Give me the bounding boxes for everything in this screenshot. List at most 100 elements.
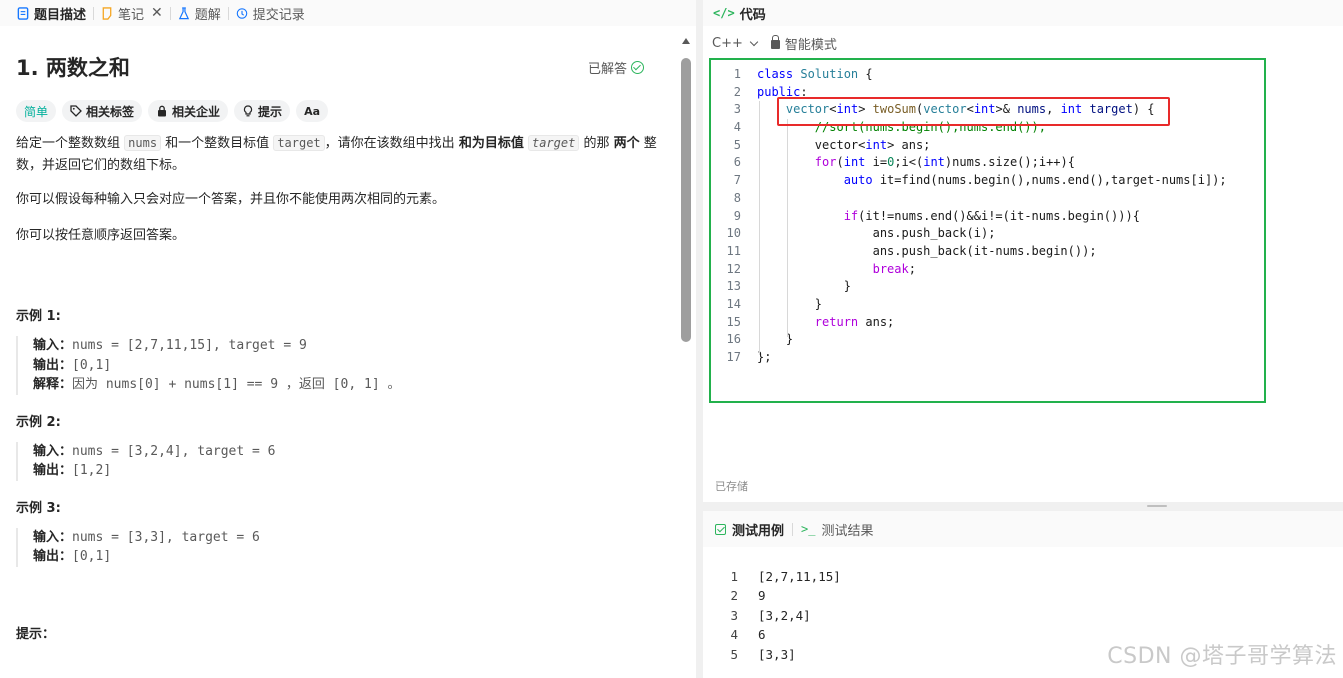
description-paragraph-1: 给定一个整数数组 nums 和一个整数目标值 target ，请你在该数组中找出 … xyxy=(16,132,664,177)
code-editor[interactable]: 1 class Solution { 2 public: 3 vector<int>… xyxy=(703,66,1343,386)
splitter-grip[interactable] xyxy=(1147,505,1167,507)
language-label: C++ xyxy=(712,35,743,51)
tab-label: 笔记 xyxy=(118,7,145,23)
flask-icon xyxy=(178,6,189,19)
hint-label: 提示 xyxy=(258,104,283,119)
code-panel-title: 代码 xyxy=(739,7,766,23)
code-line: 5 vector<int> ans; xyxy=(703,137,1343,155)
check-circle-icon xyxy=(631,60,644,74)
output-label: 输出： xyxy=(33,549,73,564)
description-paragraph-3: 你可以按任意顺序返回答案。 xyxy=(16,228,186,243)
line-number: 5 xyxy=(730,646,738,662)
saved-status: 已存储 xyxy=(715,480,748,493)
testcase-line: 29 xyxy=(703,586,1343,605)
testcase-line: 3 [3,2,4] xyxy=(703,606,1343,625)
hint-button[interactable]: 提示 xyxy=(234,100,291,122)
desc-bold: 两个 xyxy=(613,136,640,151)
line-number: 2 xyxy=(733,84,741,99)
desc-text: 的那 xyxy=(579,136,614,151)
example-3-box: 输入：nums = [3,3], target = 6 输出：[0,1] xyxy=(16,527,664,567)
font-size-button[interactable]: Aa xyxy=(296,100,328,122)
output-label: 输出： xyxy=(33,357,73,373)
language-select[interactable]: C++ xyxy=(712,35,759,51)
indent-guide xyxy=(759,101,760,355)
line-number: 10 xyxy=(726,226,741,241)
line-number: 5 xyxy=(733,137,741,152)
example-1-title: 示例 1: xyxy=(16,309,61,324)
panel-splitter[interactable] xyxy=(703,502,1343,511)
tab-description[interactable]: 题目描述 xyxy=(10,4,93,23)
page-title: 1. 两数之和 xyxy=(16,56,130,80)
example-input: nums = [3,3], target = 6 xyxy=(72,529,260,545)
tab-label: 提交记录 xyxy=(252,7,305,23)
desc-bold: 和为目标值 xyxy=(458,136,524,151)
code-line: 6 for(int i=0;i<(int)nums.size();i++){ xyxy=(703,154,1343,172)
solved-status: 已解答 xyxy=(588,58,644,77)
code-line: 17}; xyxy=(703,349,1343,367)
line-number: 9 xyxy=(733,208,741,223)
tab-testcase[interactable]: 测试用例 xyxy=(715,520,784,539)
desc-text: 给定一个整数数组 xyxy=(16,136,125,151)
title-row: 1. 两数之和 已解答 xyxy=(16,52,664,82)
output-label: 输出： xyxy=(33,463,73,478)
input-label: 输入： xyxy=(33,338,73,353)
desc-text: 和一个整数目标值 xyxy=(161,136,274,151)
line-number: 17 xyxy=(726,350,741,364)
line-number: 11 xyxy=(726,243,741,258)
description-scrollbar[interactable] xyxy=(680,38,692,678)
solved-label: 已解答 xyxy=(587,61,627,77)
difficulty-badge[interactable]: 简单 xyxy=(16,100,57,122)
mode-label: 智能模式 xyxy=(784,37,837,53)
terminal-icon: >_ xyxy=(801,522,816,536)
line-number: 16 xyxy=(726,332,741,347)
example-output: [0,1] xyxy=(72,357,112,373)
lightbulb-icon xyxy=(243,105,253,117)
tab-notes[interactable]: 笔记 ✕ xyxy=(94,4,170,23)
code-line: 10 ans.push_back(i); xyxy=(703,225,1343,243)
description-paragraph-2: 你可以假设每种输入只会对应一个答案，并且你不能使用两次相同的元素。 xyxy=(16,192,446,207)
code-line: 4 //sort(nums.begin(),nums.end()); xyxy=(703,119,1343,137)
code-line: 13 } xyxy=(703,278,1343,296)
scroll-up-arrow-icon[interactable] xyxy=(682,38,690,44)
tag-icon xyxy=(70,105,82,117)
line-number: 7 xyxy=(733,173,741,188)
code-line: 16 } xyxy=(703,331,1343,349)
lock-icon xyxy=(158,105,167,117)
related-companies-label: 相关企业 xyxy=(172,104,221,119)
close-icon[interactable]: ✕ xyxy=(151,5,163,21)
tab-label: 测试用例 xyxy=(732,523,785,539)
tab-label: 题解 xyxy=(194,7,221,23)
desc-text: ，请你在该数组中找出 xyxy=(324,136,459,151)
tab-solutions[interactable]: 题解 xyxy=(171,4,228,23)
example-2-box: 输入：nums = [3,2,4], target = 6 输出：[1,2] xyxy=(16,441,664,481)
line-number: 15 xyxy=(726,314,741,329)
code-nums: nums xyxy=(124,135,162,151)
watermark: CSDN @塔子哥学算法 xyxy=(1107,644,1337,669)
tab-divider xyxy=(792,522,794,536)
example-explain: 因为 nums[0] + nums[1] == 9 ，返回 [0, 1] 。 xyxy=(72,377,401,392)
code-brackets-icon: </> xyxy=(713,6,735,20)
scrollbar-thumb[interactable] xyxy=(681,58,691,342)
line-number: 14 xyxy=(726,296,741,311)
related-tags-button[interactable]: 相关标签 xyxy=(62,100,143,122)
code-line: 3 vector<int> twoSum(vector<int>& nums, … xyxy=(703,101,1343,119)
smart-mode-toggle[interactable]: 智能模式 xyxy=(770,34,837,53)
example-2-title: 示例 2: xyxy=(16,414,61,430)
code-target-italic: target xyxy=(527,135,580,151)
code-target: target xyxy=(273,135,325,151)
line-number: 4 xyxy=(733,120,741,135)
code-panel: </> 代码 C++ 智能模式 1 class Solution { 2 publi… xyxy=(703,0,1343,502)
line-number: 12 xyxy=(726,261,741,276)
line-number: 13 xyxy=(726,279,741,294)
tab-label: 测试结果 xyxy=(821,523,874,539)
line-number: 3 xyxy=(730,607,738,623)
lock-icon xyxy=(770,35,780,49)
related-companies-button[interactable]: 相关企业 xyxy=(148,100,229,122)
example-input: nums = [3,2,4], target = 6 xyxy=(72,443,276,459)
code-line: 11 ans.push_back(it-nums.begin()); xyxy=(703,243,1343,261)
code-line: 15 return ans; xyxy=(703,314,1343,332)
checkbox-icon xyxy=(715,523,726,535)
tab-submissions[interactable]: 提交记录 xyxy=(229,4,312,23)
tab-test-result[interactable]: >_ 测试结果 xyxy=(801,520,873,539)
example-1-box: 输入：nums = [2,7,11,15], target = 9 输出：[0,… xyxy=(16,336,664,395)
